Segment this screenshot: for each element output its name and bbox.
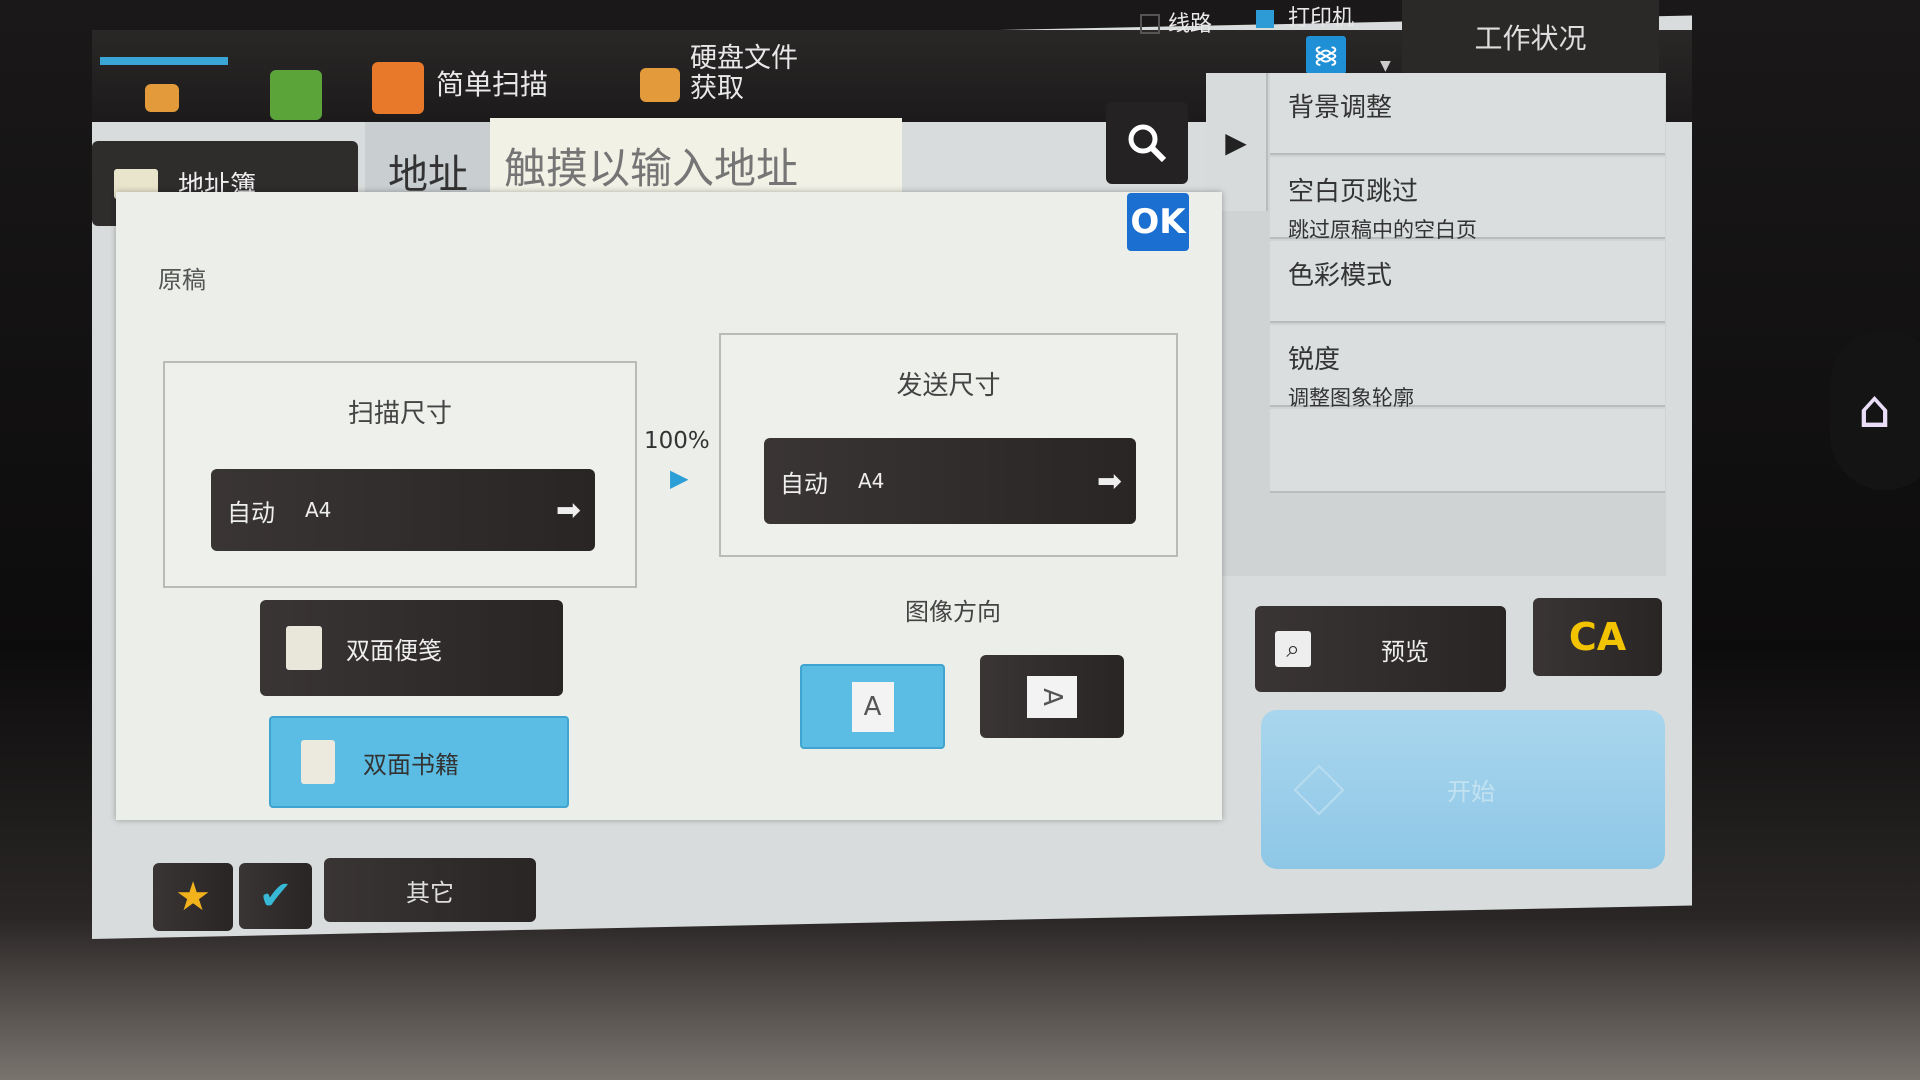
duplex-book-button[interactable]: 双面书籍 — [269, 716, 569, 808]
scan-size-mode: 自动 — [227, 498, 275, 527]
menu-item-title: 空白页跳过 — [1288, 177, 1419, 207]
home-icon: ⌂ — [1858, 380, 1892, 440]
copy-icon[interactable] — [270, 70, 322, 120]
send-size-mode: 自动 — [780, 469, 828, 498]
portrait-orientation-icon: A — [851, 681, 894, 732]
wifi-icon[interactable]: ᯼ — [1306, 36, 1346, 74]
others-button[interactable]: 其它 — [324, 858, 536, 922]
scan-size-title: 扫描尺寸 — [347, 399, 452, 429]
printer-indicator — [1256, 10, 1274, 28]
tablet-document-icon — [286, 626, 322, 670]
tab-job-status[interactable]: 工作状况 — [1402, 0, 1659, 73]
send-size-value: A4 — [858, 469, 885, 493]
menu-item-empty[interactable] — [1270, 409, 1665, 493]
menu-item-background-adjust[interactable]: 背景调整 — [1270, 73, 1665, 155]
orientation-portrait-button[interactable]: A — [800, 664, 945, 749]
scan-size-button[interactable]: 自动 A4 ➡ — [211, 469, 595, 551]
preview-button[interactable]: ⌕ 预览 — [1255, 606, 1506, 692]
duplex-tablet-button[interactable]: 双面便笺 — [260, 600, 563, 696]
scan-size-value: A4 — [305, 498, 332, 522]
ratio-arrow-icon: ▶ — [670, 464, 689, 492]
search-icon — [1128, 124, 1167, 163]
landscape-orientation-icon: A — [1027, 675, 1077, 718]
active-indicator — [100, 57, 228, 65]
menu-item-title: 锐度 — [1288, 345, 1341, 375]
menu-item-subtitle: 调整图象轮廓 — [1288, 386, 1414, 410]
duplex-book-label: 双面书籍 — [363, 750, 459, 779]
network-folder-icon[interactable] — [145, 84, 179, 112]
scale-ratio: 100% — [644, 428, 710, 454]
menu-item-title: 背景调整 — [1288, 93, 1393, 123]
hdd-folder-icon[interactable] — [640, 68, 680, 102]
line-status-label: 线路 — [1168, 12, 1213, 37]
menu-item-blank-page-skip[interactable]: 空白页跳过跳过原稿中的空白页 — [1270, 157, 1665, 242]
scanner-icon[interactable] — [372, 62, 424, 114]
preview-label: 预览 — [1381, 637, 1429, 666]
section-title: 原稿 — [158, 266, 206, 294]
send-size-button[interactable]: 自动 A4 ➡ — [764, 438, 1136, 524]
menu-item-color-mode[interactable]: 色彩模式 — [1270, 241, 1665, 323]
start-diamond-icon — [1293, 764, 1345, 815]
orientation-title: 图像方向 — [905, 598, 1001, 626]
book-document-icon — [301, 740, 335, 784]
send-size-title: 发送尺寸 — [896, 371, 1001, 401]
start-label: 开始 — [1447, 778, 1495, 806]
printer-status-label: 打印机 — [1288, 6, 1355, 31]
duplex-tablet-label: 双面便笺 — [346, 636, 442, 665]
search-button[interactable] — [1106, 102, 1188, 184]
preview-magnifier-icon: ⌕ — [1275, 631, 1311, 667]
orientation-landscape-button[interactable]: A — [980, 655, 1124, 738]
simple-scan-button[interactable]: 简单扫描 — [436, 70, 548, 100]
dropdown-arrow-icon[interactable]: ▼ — [1380, 58, 1391, 74]
hdd-retrieve-button[interactable]: 硬盘文件获取 — [690, 44, 810, 104]
menu-item-subtitle: 跳过原稿中的空白页 — [1288, 218, 1477, 242]
arrow-right-icon: ➡ — [555, 492, 581, 528]
checkmark-button[interactable]: ✔ — [239, 863, 312, 929]
favorites-star-button[interactable]: ★ — [153, 863, 233, 931]
line-checkbox — [1140, 14, 1160, 34]
start-button[interactable]: 开始 — [1261, 710, 1665, 869]
home-button[interactable]: ⌂ — [1830, 330, 1920, 490]
expand-panel-button[interactable]: ▶ — [1206, 73, 1268, 211]
play-arrow-icon: ▶ — [1225, 125, 1247, 159]
menu-item-title: 色彩模式 — [1288, 261, 1393, 291]
arrow-right-icon: ➡ — [1096, 463, 1122, 499]
ok-button[interactable]: OK — [1127, 193, 1189, 251]
menu-item-sharpness[interactable]: 锐度 调整图象轮廓 — [1270, 325, 1665, 410]
clear-all-button[interactable]: CA — [1533, 598, 1662, 676]
